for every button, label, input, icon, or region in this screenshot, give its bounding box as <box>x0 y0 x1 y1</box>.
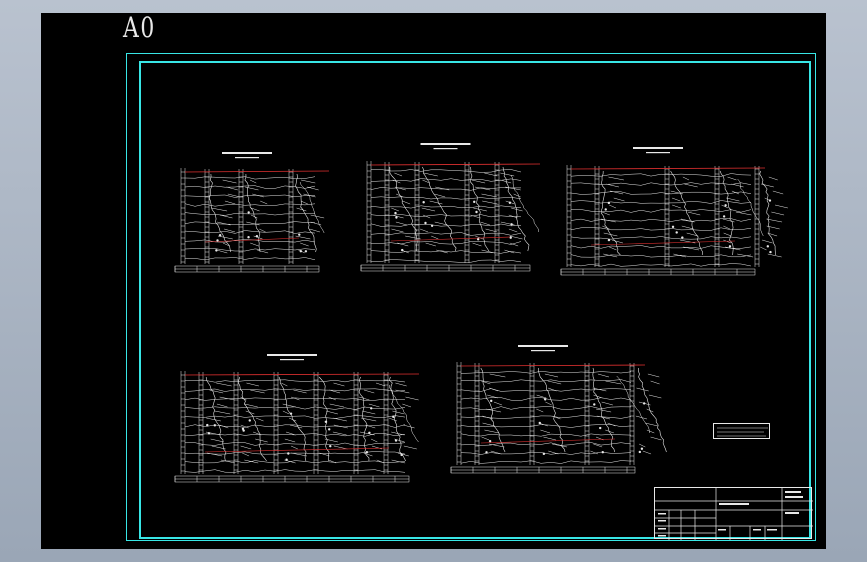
legend-box <box>713 423 770 439</box>
section-4-drawing <box>174 354 420 483</box>
geologic-section-5[interactable] <box>445 339 685 485</box>
section-3-drawing <box>560 147 788 276</box>
section-1-drawing <box>174 152 330 273</box>
sheet-size-label: A0 <box>123 11 156 44</box>
section-2-drawing <box>360 143 541 272</box>
title-block[interactable] <box>654 487 813 540</box>
section-5-drawing <box>450 345 667 474</box>
title-block-grid <box>655 488 813 540</box>
geologic-section-3[interactable] <box>555 141 805 283</box>
geologic-section-1[interactable] <box>169 146 359 274</box>
geologic-section-2[interactable] <box>355 137 541 273</box>
drawing-sheet[interactable]: A0 <box>41 11 826 549</box>
legend-lines <box>717 427 768 437</box>
geologic-section-4[interactable] <box>169 348 420 486</box>
